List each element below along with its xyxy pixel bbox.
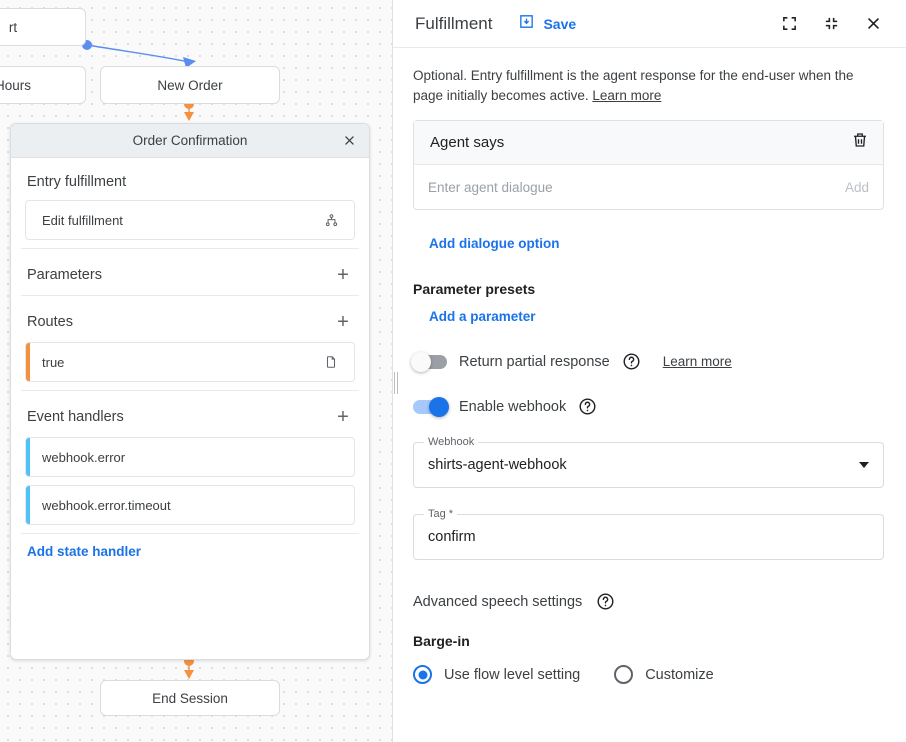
close-icon[interactable]	[338, 130, 360, 152]
tag-field-label: Tag *	[424, 508, 457, 520]
route-label: true	[26, 355, 320, 370]
webhook-select[interactable]: Webhook shirts-agent-webhook	[413, 442, 884, 488]
chevron-down-icon[interactable]	[859, 462, 869, 468]
panel-body[interactable]: Optional. Entry fulfillment is the agent…	[393, 48, 906, 742]
flow-node-start[interactable]: rt	[0, 8, 86, 46]
enable-webhook-toggle[interactable]	[413, 400, 447, 414]
add-route-button[interactable]: +	[333, 312, 353, 332]
barge-in-radio-group: Use flow level setting Customize	[413, 665, 884, 704]
flow-node-label: End Session	[152, 691, 228, 706]
advanced-speech-settings-row[interactable]: Advanced speech settings	[413, 592, 884, 611]
resize-grip-line	[397, 372, 398, 394]
advanced-speech-settings-label: Advanced speech settings	[413, 594, 582, 610]
section-heading: Event handlers	[27, 409, 124, 425]
barge-in-label: Barge-in	[413, 633, 884, 649]
tag-field[interactable]: Tag * confirm	[413, 514, 884, 560]
add-dialogue-option-link[interactable]: Add dialogue option	[429, 236, 559, 251]
learn-more-link[interactable]: Learn more	[592, 88, 661, 103]
agent-says-title: Agent says	[430, 134, 851, 151]
edit-fulfillment-label: Edit fulfillment	[26, 213, 320, 228]
expand-icon[interactable]	[776, 11, 802, 37]
resize-grip-line	[394, 372, 395, 394]
section-heading: Parameters	[27, 267, 102, 283]
page-card-header: Order Confirmation	[11, 124, 369, 158]
agent-says-body: Add	[414, 165, 883, 209]
section-parameters: Parameters +	[11, 249, 369, 295]
event-handler-row[interactable]: webhook.error	[25, 437, 355, 477]
save-icon	[518, 13, 535, 35]
toggle-knob	[411, 352, 431, 372]
page-title: Fulfillment	[415, 14, 492, 34]
route-row-true[interactable]: true	[25, 342, 355, 382]
edit-fulfillment-row[interactable]: Edit fulfillment	[25, 200, 355, 240]
section-event-handlers: Event handlers +	[11, 391, 369, 437]
panel-resize-handle[interactable]	[393, 372, 399, 394]
collapse-icon[interactable]	[818, 11, 844, 37]
help-icon[interactable]	[622, 352, 641, 371]
panel-header: Fulfillment Save	[393, 0, 906, 48]
page-card-body: Entry fulfillment Edit fulfillment Param…	[11, 158, 369, 561]
flow-node-end-session[interactable]: End Session	[100, 680, 280, 716]
agent-says-box: Agent says Add	[413, 120, 884, 210]
flow-node-label: Hours	[0, 78, 31, 93]
return-partial-learn-more-link[interactable]: Learn more	[663, 354, 732, 369]
webhook-field-label: Webhook	[424, 436, 478, 448]
add-state-handler-link[interactable]: Add state handler	[11, 534, 157, 559]
flow-node-label: rt	[9, 20, 17, 35]
add-dialogue-button[interactable]: Add	[845, 180, 869, 195]
flow-node-label: New Order	[157, 78, 222, 93]
event-handler-row[interactable]: webhook.error.timeout	[25, 485, 355, 525]
fulfillment-editor-screen: rt Hours New Order End Session Order Con…	[0, 0, 906, 742]
add-a-parameter-link[interactable]: Add a parameter	[429, 309, 536, 324]
event-handler-label: webhook.error	[26, 450, 342, 465]
trash-icon[interactable]	[851, 131, 869, 154]
agent-says-header: Agent says	[414, 121, 883, 165]
return-partial-response-toggle[interactable]	[413, 355, 447, 369]
help-icon[interactable]	[578, 397, 597, 416]
help-icon[interactable]	[596, 592, 615, 611]
flow-canvas[interactable]: rt Hours New Order End Session Order Con…	[0, 0, 392, 742]
return-partial-response-label: Return partial response	[459, 354, 610, 370]
enable-webhook-label: Enable webhook	[459, 399, 566, 415]
page-card-order-confirmation: Order Confirmation Entry fulfillment Edi…	[10, 123, 370, 660]
document-icon	[320, 354, 342, 370]
radio-label-use-flow-level-setting[interactable]: Use flow level setting	[444, 667, 580, 683]
section-heading: Routes	[27, 314, 73, 330]
add-event-handler-button[interactable]: +	[333, 407, 353, 427]
flow-node-new-order[interactable]: New Order	[100, 66, 280, 104]
parameter-presets-heading: Parameter presets	[413, 281, 884, 297]
radio-use-flow-level-setting[interactable]	[413, 665, 432, 684]
radio-customize[interactable]	[614, 665, 633, 684]
hierarchy-icon	[320, 213, 342, 228]
return-partial-response-row: Return partial response Learn more	[413, 352, 884, 371]
section-heading: Entry fulfillment	[27, 174, 126, 190]
agent-dialogue-input[interactable]	[428, 180, 845, 195]
enable-webhook-row: Enable webhook	[413, 397, 884, 416]
fulfillment-panel: Fulfillment Save	[393, 0, 906, 742]
event-handler-label: webhook.error.timeout	[26, 498, 342, 513]
close-icon[interactable]	[860, 11, 886, 37]
radio-label-customize[interactable]: Customize	[645, 667, 714, 683]
toggle-knob	[429, 397, 449, 417]
save-label: Save	[543, 16, 576, 32]
page-card-title: Order Confirmation	[133, 133, 248, 148]
section-routes: Routes +	[11, 296, 369, 342]
tag-field-value: confirm	[428, 529, 869, 545]
flow-node-hours[interactable]: Hours	[0, 66, 86, 104]
section-entry-fulfillment: Entry fulfillment	[11, 158, 369, 200]
save-button[interactable]: Save	[518, 13, 576, 35]
webhook-field-value: shirts-agent-webhook	[428, 457, 859, 473]
add-parameter-button[interactable]: +	[333, 265, 353, 285]
description-text: Optional. Entry fulfillment is the agent…	[413, 48, 868, 120]
